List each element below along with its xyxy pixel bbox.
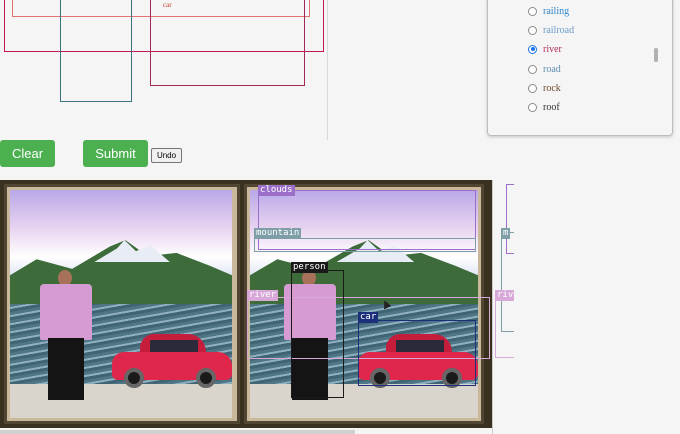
detection-tag-mountain: mountain	[254, 228, 302, 239]
clear-button[interactable]: Clear	[0, 140, 55, 167]
drawing-canvas[interactable]: car	[0, 0, 328, 140]
original-person	[36, 262, 96, 402]
label-text-road: road	[543, 63, 561, 75]
label-list-scrollbar[interactable]	[654, 48, 658, 62]
detection-tag-person: person	[291, 262, 328, 273]
label-list-panel[interactable]: railing railroad river road rock roof	[487, 0, 673, 136]
radio-river[interactable]	[528, 44, 537, 54]
label-option-road[interactable]: road	[528, 61, 561, 77]
label-text-railing: railing	[543, 5, 570, 17]
radio-roof[interactable]	[528, 102, 537, 112]
undo-button[interactable]: Undo	[151, 148, 182, 163]
drawn-box-teal[interactable]	[60, 0, 132, 102]
original-car	[112, 330, 232, 390]
next-result-strip: m rive	[492, 180, 514, 434]
result-image: clouds mountain river person car	[0, 180, 492, 428]
strip-box-pink	[495, 296, 514, 358]
label-option-railroad[interactable]: railroad	[528, 22, 574, 38]
radio-rock[interactable]	[528, 83, 537, 93]
label-text-railroad: railroad	[543, 24, 575, 36]
submit-button[interactable]: Submit	[83, 140, 148, 167]
detection-tag-clouds: clouds	[258, 185, 295, 196]
detection-tag-river: river	[247, 290, 279, 301]
horizontal-scrollbar[interactable]	[0, 430, 355, 434]
strip-tag-mountain: m	[501, 228, 511, 239]
detection-box-person	[291, 270, 344, 398]
radio-road[interactable]	[528, 64, 537, 74]
detection-box-mountain	[254, 238, 476, 252]
drawn-box-magenta[interactable]	[150, 0, 305, 86]
label-option-railing[interactable]: railing	[528, 3, 569, 19]
radio-railing[interactable]	[528, 6, 537, 16]
strip-tag-river: rive	[495, 290, 514, 301]
label-option-roof[interactable]: roof	[528, 99, 560, 115]
detection-box-car	[358, 320, 476, 386]
detection-tag-car: car	[358, 312, 379, 323]
label-text-river: river	[543, 43, 562, 55]
label-text-rock: rock	[543, 82, 561, 94]
original-photo	[10, 190, 232, 418]
radio-railroad[interactable]	[528, 25, 537, 35]
annotation-page: car railing railroad river road rock roo…	[0, 0, 680, 434]
label-option-river[interactable]: river	[528, 41, 562, 57]
label-text-roof: roof	[543, 101, 560, 113]
label-option-rock[interactable]: rock	[528, 80, 561, 96]
